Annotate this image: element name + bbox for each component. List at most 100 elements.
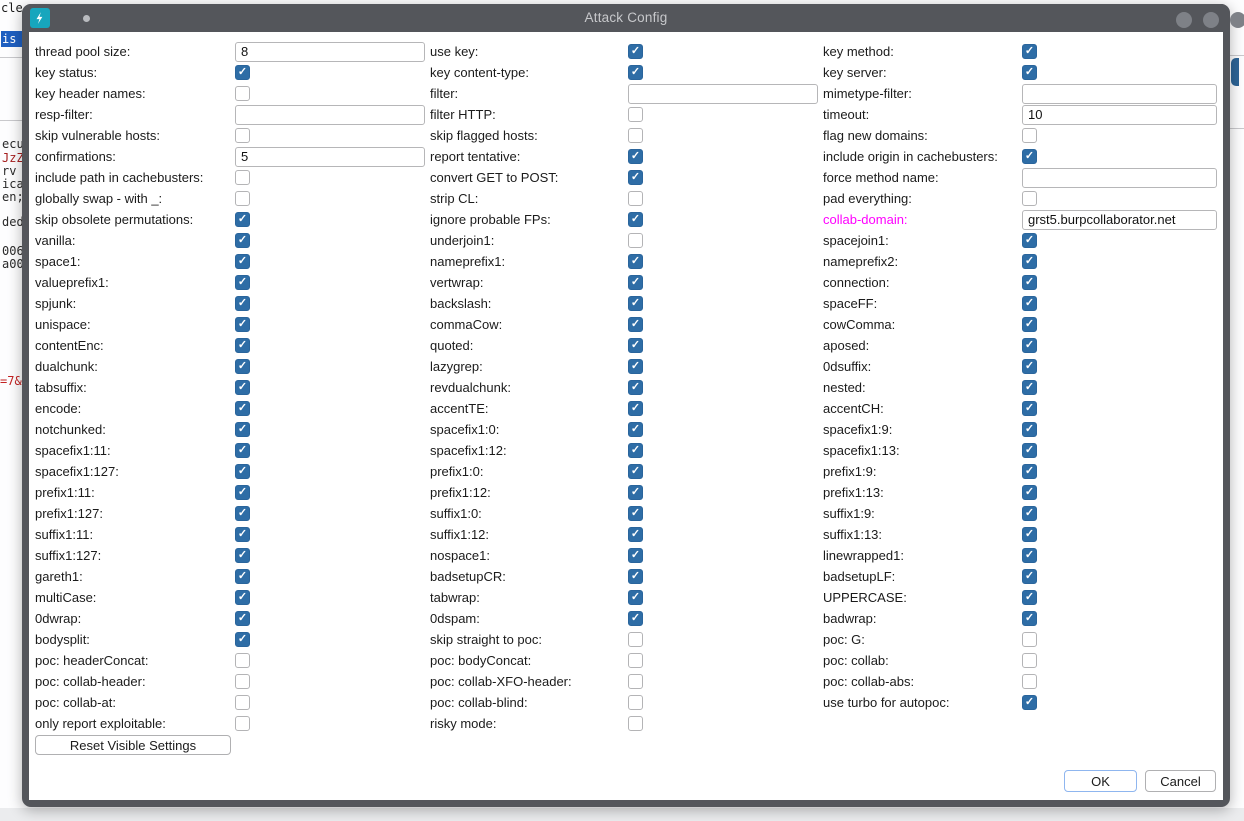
checkbox-spjunk[interactable]: ✓ <box>235 296 250 311</box>
checkbox-report-tentative[interactable]: ✓ <box>628 149 643 164</box>
checkbox-convert-get-to-post[interactable]: ✓ <box>628 170 643 185</box>
checkbox-tabsuffix[interactable]: ✓ <box>235 380 250 395</box>
cancel-button[interactable]: Cancel <box>1145 770 1216 792</box>
checkbox-use-turbo-for-autopoc[interactable]: ✓ <box>1022 695 1037 710</box>
checkbox-suffix1-13[interactable]: ✓ <box>1022 527 1037 542</box>
checkbox-0dwrap[interactable]: ✓ <box>235 611 250 626</box>
checkbox-nameprefix1[interactable]: ✓ <box>628 254 643 269</box>
checkbox-unispace[interactable]: ✓ <box>235 317 250 332</box>
checkbox-poc-collab[interactable] <box>1022 653 1037 668</box>
reset-visible-settings-button[interactable]: Reset Visible Settings <box>35 735 231 755</box>
checkbox-tabwrap[interactable]: ✓ <box>628 590 643 605</box>
dialog-titlebar[interactable]: Attack Config <box>22 4 1230 32</box>
checkbox-nested[interactable]: ✓ <box>1022 380 1037 395</box>
checkbox-spacejoin1[interactable]: ✓ <box>1022 233 1037 248</box>
checkbox-underjoin1[interactable] <box>628 233 643 248</box>
checkbox-suffix1-11[interactable]: ✓ <box>235 527 250 542</box>
checkbox-only-report-exploitable[interactable] <box>235 716 250 731</box>
checkbox-badsetupcr[interactable]: ✓ <box>628 569 643 584</box>
checkbox-vanilla[interactable]: ✓ <box>235 233 250 248</box>
input-thread-pool-size[interactable] <box>235 42 425 62</box>
checkbox-key-content-type[interactable]: ✓ <box>628 65 643 80</box>
checkbox-prefix1-0[interactable]: ✓ <box>628 464 643 479</box>
checkbox-prefix1-13[interactable]: ✓ <box>1022 485 1037 500</box>
checkbox-ignore-probable-fps[interactable]: ✓ <box>628 212 643 227</box>
checkbox-suffix1-0[interactable]: ✓ <box>628 506 643 521</box>
checkbox-globally-swap-with[interactable] <box>235 191 250 206</box>
checkbox-poc-collab-abs[interactable] <box>1022 674 1037 689</box>
checkbox-pad-everything[interactable] <box>1022 191 1037 206</box>
checkbox-poc-headerconcat[interactable] <box>235 653 250 668</box>
checkbox-badwrap[interactable]: ✓ <box>1022 611 1037 626</box>
input-confirmations[interactable] <box>235 147 425 167</box>
checkbox-accentch[interactable]: ✓ <box>1022 401 1037 416</box>
checkbox-notchunked[interactable]: ✓ <box>235 422 250 437</box>
checkbox-filter-http[interactable] <box>628 107 643 122</box>
checkbox-uppercase[interactable]: ✓ <box>1022 590 1037 605</box>
checkbox-0dsuffix[interactable]: ✓ <box>1022 359 1037 374</box>
input-collab-domain[interactable] <box>1022 210 1217 230</box>
checkbox-backslash[interactable]: ✓ <box>628 296 643 311</box>
checkbox-badsetuplf[interactable]: ✓ <box>1022 569 1037 584</box>
checkbox-poc-collab-blind[interactable] <box>628 695 643 710</box>
input-timeout[interactable] <box>1022 105 1217 125</box>
checkbox-contentenc[interactable]: ✓ <box>235 338 250 353</box>
checkbox-spacefix1-11[interactable]: ✓ <box>235 443 250 458</box>
checkbox-suffix1-127[interactable]: ✓ <box>235 548 250 563</box>
checkbox-strip-cl[interactable] <box>628 191 643 206</box>
checkbox-quoted[interactable]: ✓ <box>628 338 643 353</box>
checkbox-suffix1-9[interactable]: ✓ <box>1022 506 1037 521</box>
checkbox-gareth1[interactable]: ✓ <box>235 569 250 584</box>
checkbox-spacefix1-13[interactable]: ✓ <box>1022 443 1037 458</box>
checkbox-poc-collab-xfo-header[interactable] <box>628 674 643 689</box>
checkbox-key-header-names[interactable] <box>235 86 250 101</box>
checkbox-poc-collab-header[interactable] <box>235 674 250 689</box>
checkbox-linewrapped1[interactable]: ✓ <box>1022 548 1037 563</box>
checkbox-key-status[interactable]: ✓ <box>235 65 250 80</box>
checkbox-prefix1-11[interactable]: ✓ <box>235 485 250 500</box>
checkbox-risky-mode[interactable] <box>628 716 643 731</box>
checkbox-include-origin-in-cachebusters[interactable]: ✓ <box>1022 149 1037 164</box>
checkbox-aposed[interactable]: ✓ <box>1022 338 1037 353</box>
background-scrollbar-thumb[interactable] <box>1231 58 1239 86</box>
checkbox-suffix1-12[interactable]: ✓ <box>628 527 643 542</box>
checkbox-prefix1-127[interactable]: ✓ <box>235 506 250 521</box>
checkbox-nameprefix2[interactable]: ✓ <box>1022 254 1037 269</box>
close-button[interactable] <box>1230 12 1244 28</box>
minimize-button[interactable] <box>1176 12 1192 28</box>
input-force-method-name[interactable] <box>1022 168 1217 188</box>
checkbox-spaceff[interactable]: ✓ <box>1022 296 1037 311</box>
maximize-button[interactable] <box>1203 12 1219 28</box>
checkbox-accentte[interactable]: ✓ <box>628 401 643 416</box>
checkbox-flag-new-domains[interactable] <box>1022 128 1037 143</box>
checkbox-encode[interactable]: ✓ <box>235 401 250 416</box>
checkbox-dualchunk[interactable]: ✓ <box>235 359 250 374</box>
input-resp-filter[interactable] <box>235 105 425 125</box>
checkbox-poc-bodyconcat[interactable] <box>628 653 643 668</box>
input-mimetype-filter[interactable] <box>1022 84 1217 104</box>
checkbox-skip-flagged-hosts[interactable] <box>628 128 643 143</box>
checkbox-skip-obsolete-permutations[interactable]: ✓ <box>235 212 250 227</box>
checkbox-use-key[interactable]: ✓ <box>628 44 643 59</box>
checkbox-nospace1[interactable]: ✓ <box>628 548 643 563</box>
checkbox-revdualchunk[interactable]: ✓ <box>628 380 643 395</box>
checkbox-connection[interactable]: ✓ <box>1022 275 1037 290</box>
ok-button[interactable]: OK <box>1064 770 1137 792</box>
checkbox-commacow[interactable]: ✓ <box>628 317 643 332</box>
checkbox-key-server[interactable]: ✓ <box>1022 65 1037 80</box>
checkbox-skip-straight-to-poc[interactable] <box>628 632 643 647</box>
checkbox-lazygrep[interactable]: ✓ <box>628 359 643 374</box>
checkbox-spacefix1-9[interactable]: ✓ <box>1022 422 1037 437</box>
checkbox-key-method[interactable]: ✓ <box>1022 44 1037 59</box>
checkbox-space1[interactable]: ✓ <box>235 254 250 269</box>
checkbox-prefix1-9[interactable]: ✓ <box>1022 464 1037 479</box>
input-filter[interactable] <box>628 84 818 104</box>
checkbox-poc-g[interactable] <box>1022 632 1037 647</box>
checkbox-spacefix1-12[interactable]: ✓ <box>628 443 643 458</box>
checkbox-cowcomma[interactable]: ✓ <box>1022 317 1037 332</box>
checkbox-spacefix1-0[interactable]: ✓ <box>628 422 643 437</box>
checkbox-0dspam[interactable]: ✓ <box>628 611 643 626</box>
checkbox-skip-vulnerable-hosts[interactable] <box>235 128 250 143</box>
checkbox-bodysplit[interactable]: ✓ <box>235 632 250 647</box>
checkbox-vertwrap[interactable]: ✓ <box>628 275 643 290</box>
